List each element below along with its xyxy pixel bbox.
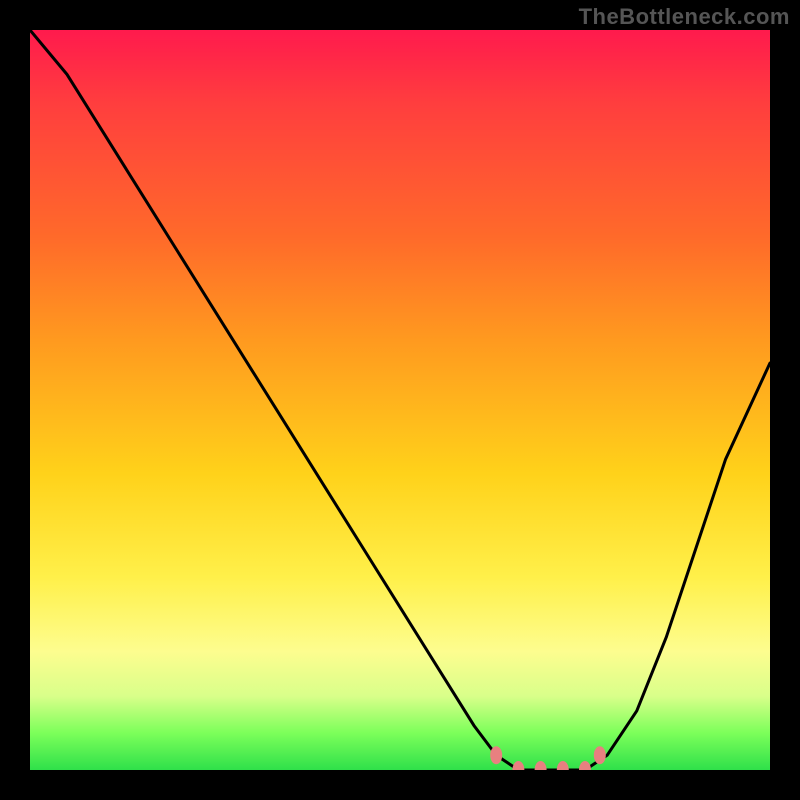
watermark-text: TheBottleneck.com bbox=[579, 4, 790, 30]
curve-layer bbox=[30, 30, 770, 770]
minimum-marker bbox=[490, 746, 502, 764]
minimum-marker bbox=[512, 761, 524, 770]
chart-frame: TheBottleneck.com bbox=[0, 0, 800, 800]
minimum-marker bbox=[557, 761, 569, 770]
minimum-marker bbox=[535, 761, 547, 770]
minimum-marker bbox=[579, 761, 591, 770]
plot-area bbox=[30, 30, 770, 770]
minimum-marker bbox=[594, 746, 606, 764]
minimum-markers bbox=[490, 746, 606, 770]
bottleneck-curve bbox=[30, 30, 770, 770]
